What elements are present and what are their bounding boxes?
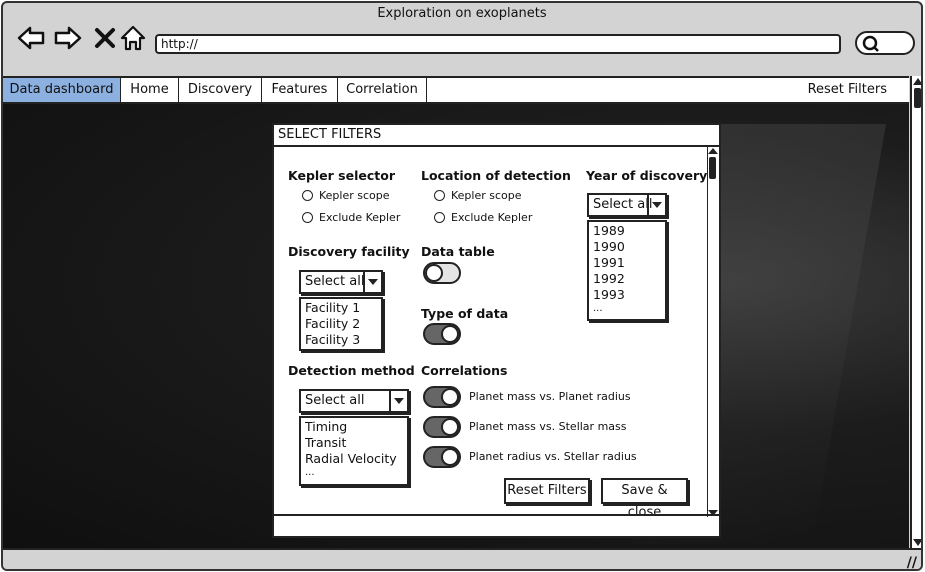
list-item[interactable]: Facility 3	[305, 332, 377, 348]
data-table-heading: Data table	[421, 244, 495, 259]
correlation-label-1: Planet mass vs. Planet radius	[469, 390, 631, 403]
list-item[interactable]: Facility 1	[305, 300, 377, 316]
method-select[interactable]: Select all	[299, 389, 409, 413]
dialog-body: Kepler selector Kepler scope Exclude Kep…	[274, 147, 719, 520]
location-kepler-scope-radio[interactable]: Kepler scope	[434, 189, 522, 202]
list-item[interactable]: ...	[305, 467, 403, 479]
list-item[interactable]: Timing	[305, 419, 403, 435]
dialog-title: SELECT FILTERS	[274, 125, 719, 147]
exclude-kepler-radio[interactable]: Exclude Kepler	[302, 211, 400, 224]
kepler-selector-heading: Kepler selector	[288, 168, 395, 183]
type-of-data-toggle[interactable]	[423, 323, 461, 345]
radio-circle	[434, 190, 445, 201]
list-item[interactable]: Transit	[305, 435, 403, 451]
list-item[interactable]: ...	[593, 303, 661, 315]
facility-heading: Discovery facility	[288, 244, 410, 259]
reset-filters-link[interactable]: Reset Filters	[808, 78, 887, 102]
toggle-knob	[441, 325, 459, 343]
list-item[interactable]: 1991	[593, 255, 661, 271]
close-icon[interactable]	[90, 23, 120, 53]
kepler-scope-radio[interactable]: Kepler scope	[302, 189, 390, 202]
search-icon	[862, 35, 879, 52]
url-input[interactable]: http://	[155, 34, 841, 54]
correlation-label-2: Planet mass vs. Stellar mass	[469, 420, 627, 433]
back-icon[interactable]	[16, 23, 46, 53]
radio-circle	[302, 212, 313, 223]
correlations-heading: Correlations	[421, 363, 508, 378]
type-of-data-heading: Type of data	[421, 306, 509, 321]
scroll-up-icon[interactable]	[913, 78, 921, 85]
toggle-knob	[425, 264, 443, 282]
toggle-knob	[441, 388, 459, 406]
reset-filters-button[interactable]: Reset Filters	[504, 478, 590, 504]
toggle-knob	[441, 448, 459, 466]
chevron-down-icon[interactable]	[647, 195, 665, 215]
scroll-thumb[interactable]	[709, 157, 716, 179]
year-listbox[interactable]: 1989 1990 1991 1992 1993 ...	[587, 220, 667, 321]
dialog-footer	[274, 514, 719, 536]
window-title: Exploration on exoplanets	[377, 6, 547, 21]
list-item[interactable]: 1993	[593, 287, 661, 303]
scroll-down-icon[interactable]	[913, 539, 921, 546]
year-select[interactable]: Select all	[587, 193, 667, 217]
radio-circle	[302, 190, 313, 201]
radio-label: Kepler scope	[319, 189, 390, 202]
resize-grip-icon[interactable]: //	[907, 555, 917, 569]
radio-label: Exclude Kepler	[319, 211, 401, 224]
toggle-knob	[441, 418, 459, 436]
status-bar: //	[3, 548, 921, 569]
scroll-up-icon[interactable]	[708, 148, 718, 154]
correlation-label-3: Planet radius vs. Stellar radius	[469, 450, 637, 463]
list-item[interactable]: Facility 2	[305, 316, 377, 332]
facility-select[interactable]: Select all	[299, 270, 383, 294]
tab-features[interactable]: Features	[262, 78, 338, 102]
data-table-toggle[interactable]	[423, 262, 461, 284]
list-item[interactable]: 1992	[593, 271, 661, 287]
page-scrollbar[interactable]	[910, 76, 921, 548]
year-heading: Year of discovery	[586, 168, 708, 183]
tab-correlation[interactable]: Correlation	[338, 78, 427, 102]
correlation-toggle-1[interactable]	[423, 386, 461, 408]
radio-label: Exclude Kepler	[451, 211, 533, 224]
correlation-toggle-2[interactable]	[423, 416, 461, 438]
method-select-value: Select all	[305, 393, 365, 408]
tab-data-dashboard[interactable]: Data dashboard	[3, 78, 121, 102]
method-listbox[interactable]: Timing Transit Radial Velocity ...	[299, 416, 409, 486]
location-exclude-kepler-radio[interactable]: Exclude Kepler	[434, 211, 532, 224]
scroll-thumb[interactable]	[914, 88, 921, 108]
radio-circle	[434, 212, 445, 223]
chevron-down-icon[interactable]	[363, 272, 381, 292]
save-close-button[interactable]: Save & close	[601, 478, 688, 520]
tab-bar: Data dashboard Home Discovery Features C…	[3, 76, 909, 104]
tab-home[interactable]: Home	[121, 78, 179, 102]
dialog-scrollbar[interactable]	[707, 147, 719, 517]
forward-icon[interactable]	[53, 23, 83, 53]
facility-listbox[interactable]: Facility 1 Facility 2 Facility 3	[299, 297, 383, 351]
correlation-toggle-3[interactable]	[423, 446, 461, 468]
select-filters-dialog: SELECT FILTERS Kepler selector Kepler sc…	[272, 123, 721, 538]
home-icon[interactable]	[118, 23, 148, 53]
chevron-down-icon[interactable]	[389, 391, 407, 411]
radio-label: Kepler scope	[451, 189, 522, 202]
detection-method-heading: Detection method	[288, 363, 415, 378]
list-item[interactable]: 1989	[593, 223, 661, 239]
location-heading: Location of detection	[421, 168, 571, 183]
year-select-value: Select all	[593, 197, 653, 212]
search-input[interactable]	[855, 31, 915, 55]
facility-select-value: Select all	[305, 274, 365, 289]
list-item[interactable]: 1990	[593, 239, 661, 255]
tab-discovery[interactable]: Discovery	[179, 78, 262, 102]
list-item[interactable]: Radial Velocity	[305, 451, 403, 467]
